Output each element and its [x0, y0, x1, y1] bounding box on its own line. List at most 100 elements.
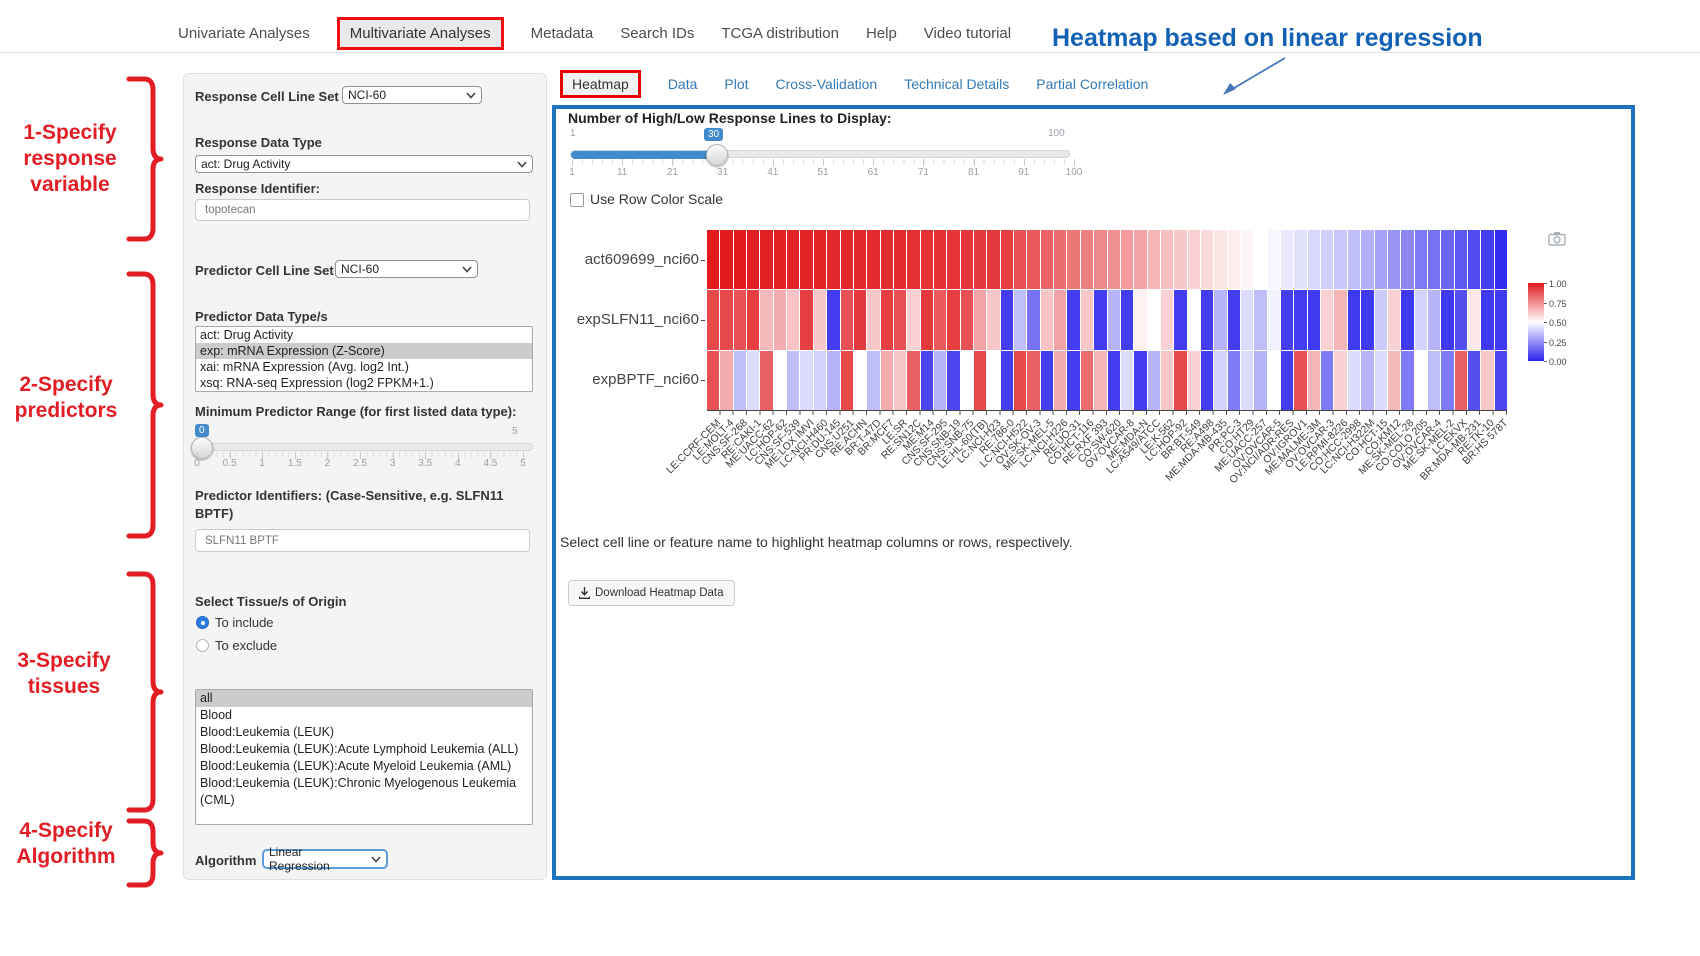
heatmap-cell[interactable]	[1161, 351, 1173, 410]
heatmap-cell[interactable]	[1094, 351, 1106, 410]
heatmap-row-label-expbptf-nci60[interactable]: expBPTF_nci60	[592, 371, 699, 388]
heatmap-cell[interactable]	[867, 230, 879, 289]
heatmap-cell[interactable]	[787, 230, 799, 289]
heatmap-cell[interactable]	[1415, 230, 1427, 289]
heatmap-cell[interactable]	[1468, 290, 1480, 349]
heatmap-cell[interactable]	[1108, 290, 1120, 349]
heatmap-cell[interactable]	[787, 351, 799, 410]
predictor-identifiers-input[interactable]: SLFN11 BPTF	[195, 529, 530, 552]
heatmap-cell[interactable]	[827, 351, 839, 410]
heatmap-cell[interactable]	[1241, 290, 1253, 349]
heatmap-cell[interactable]	[1014, 230, 1026, 289]
response-data-type-select[interactable]: act: Drug Activity	[195, 155, 533, 173]
heatmap-cell[interactable]	[1014, 351, 1026, 410]
heatmap-cell[interactable]	[787, 290, 799, 349]
heatmap-cell[interactable]	[1054, 230, 1066, 289]
heatmap-cell[interactable]	[1268, 351, 1280, 410]
heatmap-cell[interactable]	[1468, 351, 1480, 410]
heatmap-cell[interactable]	[747, 351, 759, 410]
heatmap-cell[interactable]	[1348, 230, 1360, 289]
lines-slider-track[interactable]	[570, 150, 1070, 158]
heatmap-cell[interactable]	[1067, 351, 1079, 410]
heatmap-cell[interactable]	[934, 230, 946, 289]
heatmap-cell[interactable]	[1001, 290, 1013, 349]
tissue-option-blood-leukemia-leuk-chronic-myelogenous-leukemia-cml[interactable]: Blood:Leukemia (LEUK):Chronic Myelogenou…	[196, 775, 532, 809]
tab-partial-correlation[interactable]: Partial Correlation	[1036, 76, 1148, 92]
heatmap-cell[interactable]	[1495, 351, 1507, 410]
heatmap-cell[interactable]	[774, 230, 786, 289]
heatmap-cell[interactable]	[1441, 290, 1453, 349]
heatmap-cell[interactable]	[747, 230, 759, 289]
heatmap-cell[interactable]	[800, 230, 812, 289]
heatmap-cell[interactable]	[987, 351, 999, 410]
heatmap-cell[interactable]	[1161, 290, 1173, 349]
heatmap-cell[interactable]	[1321, 230, 1333, 289]
tissue-exclude-radio[interactable]	[196, 639, 209, 652]
heatmap-cell[interactable]	[827, 230, 839, 289]
heatmap-cell[interactable]	[961, 230, 973, 289]
heatmap-cell[interactable]	[1054, 290, 1066, 349]
heatmap-cell[interactable]	[774, 351, 786, 410]
heatmap-cell[interactable]	[1281, 351, 1293, 410]
min-range-slider-track[interactable]	[195, 443, 533, 451]
heatmap-cell[interactable]	[854, 351, 866, 410]
tissue-include-radio[interactable]	[196, 616, 209, 629]
heatmap-cell[interactable]	[1334, 290, 1346, 349]
heatmap-cell[interactable]	[814, 290, 826, 349]
heatmap-cell[interactable]	[1348, 351, 1360, 410]
heatmap-cell[interactable]	[1188, 290, 1200, 349]
heatmap-cell[interactable]	[1027, 290, 1039, 349]
heatmap-cell[interactable]	[1375, 230, 1387, 289]
heatmap-cell[interactable]	[1254, 351, 1266, 410]
heatmap-cell[interactable]	[1241, 230, 1253, 289]
algorithm-select[interactable]: Linear Regression	[262, 849, 388, 869]
heatmap-cell[interactable]	[1094, 290, 1106, 349]
heatmap-cell[interactable]	[1401, 351, 1413, 410]
heatmap-cell[interactable]	[921, 351, 933, 410]
nav-item-metadata[interactable]: Metadata	[531, 25, 594, 42]
heatmap-cell[interactable]	[1174, 351, 1186, 410]
heatmap-cell[interactable]	[1428, 351, 1440, 410]
heatmap-cell[interactable]	[1361, 290, 1373, 349]
heatmap-cell[interactable]	[1334, 351, 1346, 410]
heatmap-cell[interactable]	[734, 351, 746, 410]
heatmap-cell[interactable]	[1281, 230, 1293, 289]
heatmap-cell[interactable]	[961, 351, 973, 410]
heatmap-cell[interactable]	[1401, 290, 1413, 349]
heatmap-cell[interactable]	[987, 290, 999, 349]
heatmap-cell[interactable]	[1481, 351, 1493, 410]
heatmap-cell[interactable]	[1294, 230, 1306, 289]
heatmap-cell[interactable]	[1375, 290, 1387, 349]
heatmap-cell[interactable]	[814, 230, 826, 289]
heatmap-cell[interactable]	[1228, 230, 1240, 289]
heatmap-cell[interactable]	[800, 290, 812, 349]
heatmap-cell[interactable]	[1308, 230, 1320, 289]
heatmap-cell[interactable]	[720, 230, 732, 289]
heatmap-cell[interactable]	[1294, 351, 1306, 410]
heatmap-cell[interactable]	[1334, 230, 1346, 289]
heatmap-cell[interactable]	[1294, 290, 1306, 349]
heatmap-cell[interactable]	[961, 290, 973, 349]
predictor-data-type-option-xsq-rna-seq-expression-log2-fpkm-1[interactable]: xsq: RNA-seq Expression (log2 FPKM+1.)	[196, 375, 532, 391]
predictor-data-type-option-exp-mrna-expression-z-score[interactable]: exp: mRNA Expression (Z-Score)	[196, 343, 532, 359]
heatmap-cell[interactable]	[1455, 230, 1467, 289]
tab-plot[interactable]: Plot	[724, 76, 748, 92]
heatmap-cell[interactable]	[1201, 290, 1213, 349]
heatmap-cell[interactable]	[1308, 351, 1320, 410]
heatmap-cell[interactable]	[1094, 230, 1106, 289]
heatmap-cell[interactable]	[1001, 351, 1013, 410]
heatmap-cell[interactable]	[947, 290, 959, 349]
heatmap-row-label-act609699-nci60[interactable]: act609699_nci60	[585, 251, 699, 268]
heatmap-cell[interactable]	[947, 351, 959, 410]
heatmap-cell[interactable]	[707, 351, 719, 410]
heatmap-cell[interactable]	[760, 290, 772, 349]
heatmap-cell[interactable]	[867, 351, 879, 410]
heatmap-cell[interactable]	[1134, 230, 1146, 289]
heatmap-cell[interactable]	[1254, 230, 1266, 289]
heatmap-cell[interactable]	[1188, 351, 1200, 410]
heatmap-cell[interactable]	[1148, 230, 1160, 289]
heatmap-cell[interactable]	[1401, 230, 1413, 289]
response-cell-line-set-select[interactable]: NCI-60	[342, 86, 482, 104]
heatmap-cell[interactable]	[1321, 290, 1333, 349]
tab-technical-details[interactable]: Technical Details	[904, 76, 1009, 92]
